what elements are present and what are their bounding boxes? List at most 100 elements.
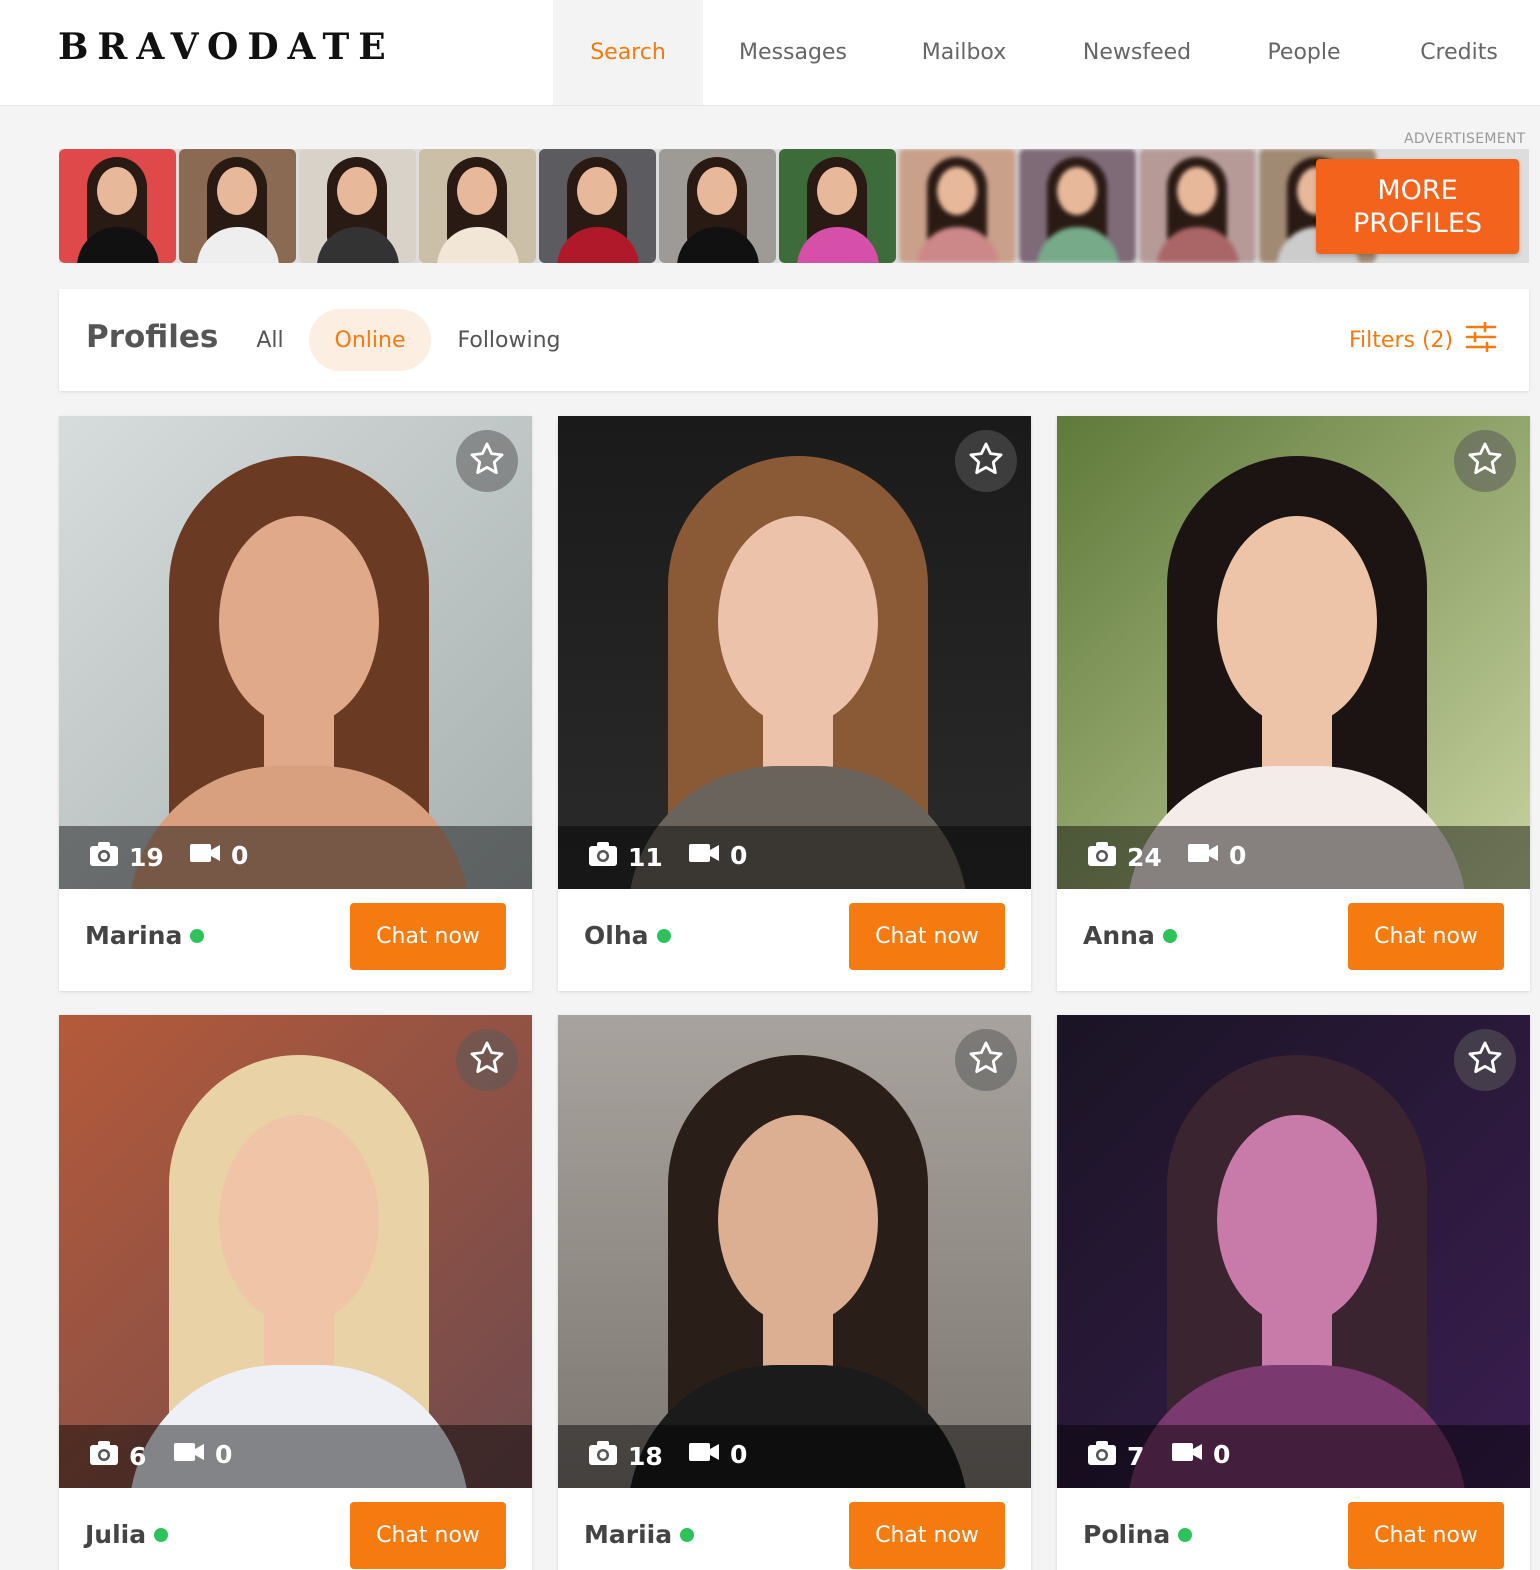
profile-photo[interactable]: 11 0	[558, 416, 1031, 889]
online-status-dot	[1178, 1527, 1193, 1542]
chat-now-button[interactable]: Chat now	[350, 903, 506, 970]
filters-button[interactable]: Filters (2)	[1349, 321, 1497, 359]
ad-profile-thumb[interactable]	[59, 149, 176, 263]
media-stats: 19 0	[59, 826, 532, 889]
star-icon	[1466, 1039, 1504, 1081]
profile-name[interactable]: Olha	[584, 921, 671, 950]
camera-icon	[1087, 841, 1117, 873]
photo-count: 18	[628, 1441, 663, 1471]
ad-banner[interactable]	[59, 149, 1529, 263]
ad-profile-thumb[interactable]	[299, 149, 416, 263]
video-camera-icon	[173, 1440, 205, 1469]
camera-icon	[588, 841, 618, 873]
ad-profile-thumb[interactable]	[179, 149, 296, 263]
profile-name-text: Olha	[584, 921, 649, 950]
profile-photo[interactable]: 18 0	[558, 1015, 1031, 1488]
favorite-button[interactable]	[1454, 430, 1516, 492]
chat-now-button[interactable]: Chat now	[849, 903, 1005, 970]
media-stats: 11 0	[558, 826, 1031, 889]
video-camera-icon	[688, 841, 720, 870]
nav-search[interactable]: Search	[553, 0, 703, 105]
media-stats: 18 0	[558, 1425, 1031, 1488]
favorite-button[interactable]	[456, 430, 518, 492]
online-status-dot	[154, 1527, 169, 1542]
chat-now-button[interactable]: Chat now	[849, 1502, 1005, 1569]
media-stats: 70	[1057, 1425, 1530, 1488]
nav-messages[interactable]: Messages	[703, 0, 883, 105]
profile-card[interactable]: 19 0 Marina Chat now	[59, 416, 532, 991]
profile-card[interactable]: 18 0 Mariia Chat now	[558, 1015, 1031, 1570]
favorite-button[interactable]	[955, 430, 1017, 492]
video-count: 0	[215, 1440, 233, 1469]
profile-card[interactable]: 7 0 Polina Chat now	[1057, 1015, 1530, 1570]
photo-count: 6	[129, 1441, 147, 1471]
camera-icon	[1087, 1440, 1117, 1472]
star-icon	[1466, 440, 1504, 482]
profile-name-text: Polina	[1083, 1520, 1171, 1549]
video-camera-icon	[1171, 1440, 1203, 1469]
video-count: 0	[231, 841, 249, 870]
tab-all[interactable]: All	[242, 309, 298, 371]
profile-name[interactable]: Julia	[85, 1520, 169, 1549]
profile-name[interactable]: Anna	[1083, 921, 1177, 950]
profiles-toolbar: Profiles All Online Following Filters (2…	[59, 289, 1529, 391]
profile-card[interactable]: 11 0 Olha Chat now	[558, 416, 1031, 991]
profile-name-text: Julia	[85, 1520, 147, 1549]
ad-profile-thumb[interactable]	[1019, 149, 1136, 263]
photo-count: 24	[1127, 842, 1162, 872]
filters-label: Filters (2)	[1349, 327, 1454, 353]
profile-name-text: Anna	[1083, 921, 1155, 950]
video-camera-icon	[189, 841, 221, 870]
video-count: 0	[1213, 1440, 1231, 1469]
media-stats: 60	[59, 1425, 532, 1488]
brand-logo[interactable]: BRAVODATE	[58, 26, 395, 68]
ad-profile-thumb[interactable]	[779, 149, 896, 263]
chat-now-button[interactable]: Chat now	[1348, 903, 1504, 970]
chat-now-button[interactable]: Chat now	[1348, 1502, 1504, 1569]
nav-credits[interactable]: Credits	[1379, 0, 1539, 105]
tab-online[interactable]: Online	[309, 309, 431, 371]
favorite-button[interactable]	[955, 1029, 1017, 1091]
profile-photo[interactable]: 24 0	[1057, 416, 1530, 889]
camera-icon	[89, 841, 119, 873]
nav-mailbox[interactable]: Mailbox	[883, 0, 1045, 105]
ad-profile-thumb[interactable]	[899, 149, 1016, 263]
star-icon	[967, 440, 1005, 482]
profile-name[interactable]: Marina	[85, 921, 205, 950]
advertisement-label: ADVERTISEMENT	[1404, 131, 1526, 147]
online-status-dot	[680, 1527, 695, 1542]
star-icon	[468, 1039, 506, 1081]
favorite-button[interactable]	[1454, 1029, 1516, 1091]
main-nav: Search Messages Mailbox Newsfeed People …	[553, 0, 1539, 105]
camera-icon	[588, 1440, 618, 1472]
profile-photo[interactable]: 60	[59, 1015, 532, 1488]
media-stats: 24 0	[1057, 826, 1530, 889]
profile-photo[interactable]: 70	[1057, 1015, 1530, 1488]
nav-people[interactable]: People	[1229, 0, 1379, 105]
profile-name[interactable]: Mariia	[584, 1520, 695, 1549]
profile-card[interactable]: 24 0 Anna Chat now	[1057, 416, 1530, 991]
profile-card[interactable]: 6 0 Julia Chat now	[59, 1015, 532, 1570]
tab-following[interactable]: Following	[444, 309, 574, 371]
profile-name-text: Mariia	[584, 1520, 673, 1549]
top-header: BRAVODATE Search Messages Mailbox Newsfe…	[0, 0, 1540, 106]
star-icon	[468, 440, 506, 482]
favorite-button[interactable]	[456, 1029, 518, 1091]
profile-name-text: Marina	[85, 921, 183, 950]
sliders-icon	[1465, 321, 1497, 358]
video-count: 0	[730, 841, 748, 870]
online-status-dot	[190, 928, 205, 943]
chat-now-button[interactable]: Chat now	[350, 1502, 506, 1569]
profile-photo[interactable]: 19 0	[59, 416, 532, 889]
ad-profile-thumb[interactable]	[419, 149, 536, 263]
nav-newsfeed[interactable]: Newsfeed	[1045, 0, 1229, 105]
ad-profile-thumb[interactable]	[539, 149, 656, 263]
more-profiles-button[interactable]: MORE PROFILES	[1316, 159, 1519, 254]
profile-name[interactable]: Polina	[1083, 1520, 1193, 1549]
ad-profile-thumb[interactable]	[1139, 149, 1256, 263]
ad-profile-thumb[interactable]	[659, 149, 776, 263]
online-status-dot	[1162, 928, 1177, 943]
camera-icon	[89, 1440, 119, 1472]
photo-count: 7	[1127, 1441, 1145, 1471]
profiles-title: Profiles	[86, 319, 219, 355]
